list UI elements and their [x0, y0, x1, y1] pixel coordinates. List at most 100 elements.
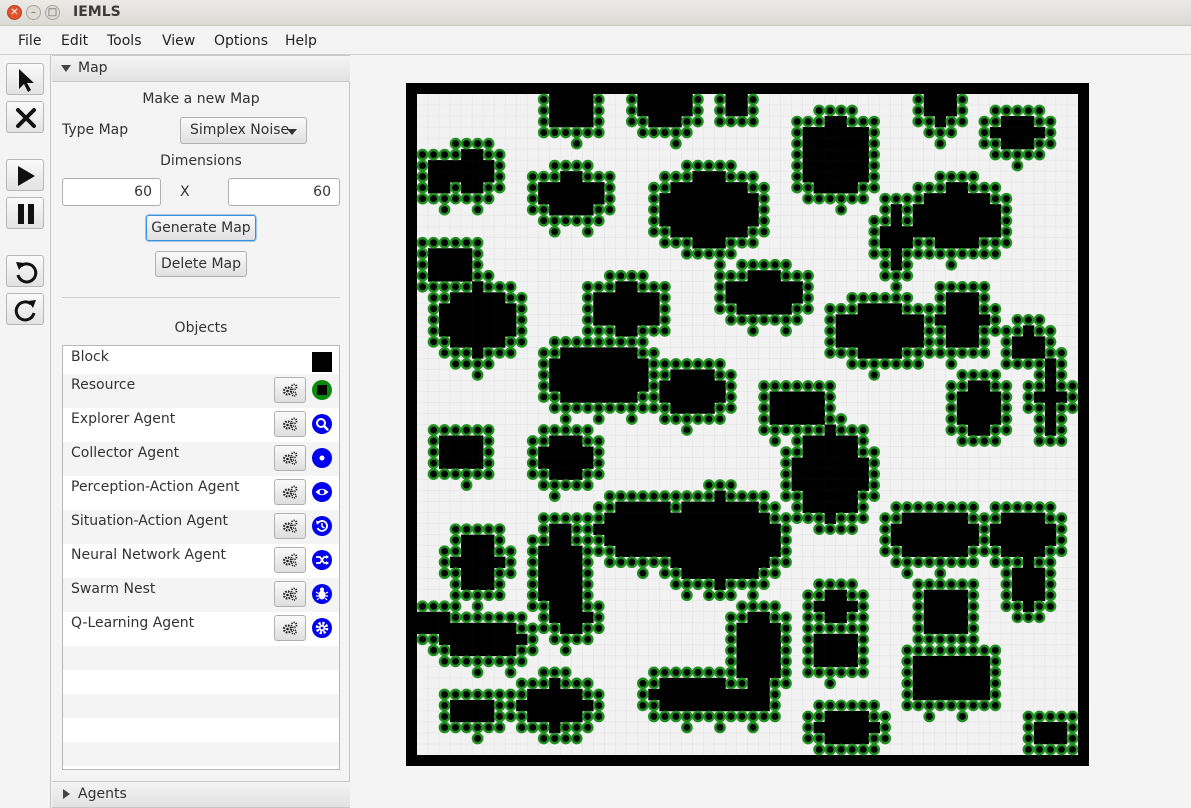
resource-cell: [868, 236, 881, 249]
block-cell: [846, 468, 858, 480]
undo-button[interactable]: [6, 255, 44, 287]
block-cell: [648, 314, 660, 326]
list-item-perception-action-agent[interactable]: Perception-Action Agent: [63, 476, 339, 510]
block-cell: [835, 468, 847, 480]
select-tool-button[interactable]: [6, 63, 44, 95]
map-height-input[interactable]: 60: [228, 178, 340, 206]
window-close-button[interactable]: ✕: [7, 5, 22, 20]
resource-cell: [637, 699, 649, 712]
swarm-settings-button[interactable]: [274, 581, 306, 607]
grid-map[interactable]: [406, 83, 1089, 766]
play-button[interactable]: [6, 159, 44, 191]
block-cell: [967, 413, 980, 425]
resource-cell: [1022, 148, 1035, 161]
block-cell: [923, 534, 936, 546]
block-cell: [450, 270, 462, 282]
delete-tool-button[interactable]: [6, 101, 44, 133]
window-maximize-button[interactable]: □: [45, 5, 60, 20]
block-cell: [901, 314, 914, 326]
resource-cell: [846, 512, 858, 524]
resource-cell: [846, 611, 858, 624]
block-cell: [846, 446, 858, 458]
list-item-neural-network-agent[interactable]: Neural Network Agent: [63, 544, 339, 578]
block-cell: [813, 721, 825, 734]
resource-cell: [802, 721, 814, 734]
list-item-collector-agent[interactable]: Collector Agent: [63, 442, 339, 476]
menu-tools[interactable]: Tools: [107, 33, 142, 49]
block-cell: [439, 457, 451, 469]
list-item-q-learning-agent[interactable]: Q-Learning Agent: [63, 612, 339, 646]
block-cell: [461, 160, 473, 172]
block-cell: [681, 369, 693, 381]
list-item-explorer-agent[interactable]: Explorer Agent: [63, 408, 339, 442]
resource-cell: [427, 314, 440, 326]
resource-cell: [912, 302, 925, 315]
menu-file[interactable]: File: [18, 33, 41, 49]
block-cell: [439, 303, 451, 315]
block-cell: [747, 688, 759, 701]
list-item-swarm-nest[interactable]: Swarm Nest: [63, 578, 339, 612]
block-cell: [461, 259, 473, 271]
menu-view[interactable]: View: [162, 33, 195, 49]
block-cell: [439, 182, 451, 194]
menu-options[interactable]: Options: [214, 33, 268, 49]
resource-cell: [648, 225, 660, 238]
resource-cell: [978, 369, 991, 381]
block-cell: [802, 435, 814, 447]
list-item-resource[interactable]: Resource: [63, 374, 339, 408]
resource-cell: [978, 247, 991, 260]
block-cell: [989, 127, 1002, 139]
resource-cell: [659, 302, 671, 315]
map-type-select[interactable]: Simplex Noise: [180, 117, 307, 144]
resource-cell: [581, 677, 594, 690]
redo-button[interactable]: [6, 293, 44, 325]
block-cell: [736, 226, 748, 238]
resource-cell: [923, 501, 936, 513]
map-width-input[interactable]: 60: [62, 178, 161, 206]
menu-edit[interactable]: Edit: [61, 33, 88, 49]
collector-settings-button[interactable]: [274, 445, 306, 471]
block-cell: [681, 534, 693, 546]
situation-settings-button[interactable]: [274, 513, 306, 539]
menu-help[interactable]: Help: [285, 33, 317, 49]
resource-cell: [648, 181, 660, 194]
block-cell: [714, 237, 726, 249]
block-cell: [857, 149, 869, 161]
generate-map-button[interactable]: Generate Map: [146, 215, 256, 241]
resource-cell: [857, 589, 870, 602]
q-learning-settings-button[interactable]: [274, 615, 306, 641]
block-cell: [1011, 127, 1024, 139]
block-cell: [747, 666, 759, 679]
block-cell: [934, 105, 947, 117]
block-cell: [802, 468, 814, 480]
resource-settings-button[interactable]: [274, 377, 306, 403]
map-section-header[interactable]: Map: [52, 55, 350, 82]
block-cell: [736, 523, 748, 535]
window-minimize-button[interactable]: –: [26, 5, 41, 20]
delete-map-button[interactable]: Delete Map: [155, 251, 247, 277]
resource-cell: [736, 258, 748, 271]
resource-cell: [1055, 435, 1068, 447]
resource-cell: [824, 380, 836, 392]
perception-settings-button[interactable]: [274, 479, 306, 505]
block-cell: [945, 314, 958, 326]
resource-cell: [747, 258, 759, 271]
resource-cell: [449, 578, 462, 591]
block-cell: [483, 171, 495, 183]
block-cell: [890, 347, 903, 359]
neural-settings-button[interactable]: [274, 547, 306, 573]
pause-button[interactable]: [6, 197, 44, 229]
list-item-situation-action-agent[interactable]: Situation-Action Agent: [63, 510, 339, 544]
resource-cell: [989, 137, 1002, 150]
resource-cell: [780, 457, 792, 469]
block-cell: [945, 193, 958, 205]
block-cell: [923, 688, 936, 701]
resource-cell: [614, 556, 627, 569]
agents-section-header[interactable]: Agents: [52, 781, 350, 808]
resource-cell: [493, 347, 506, 359]
resource-cell: [934, 126, 947, 139]
block-cell: [868, 303, 880, 315]
block-cell: [758, 699, 770, 712]
resource-cell: [978, 699, 991, 712]
explorer-settings-button[interactable]: [274, 411, 306, 437]
